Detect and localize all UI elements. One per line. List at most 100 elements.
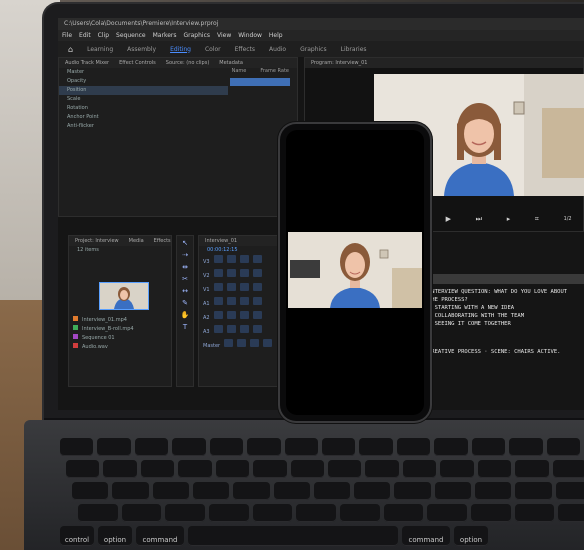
track-toggle[interactable] [237, 339, 247, 347]
key[interactable] [509, 438, 543, 456]
track-toggle[interactable] [226, 311, 236, 319]
workspace-tab-graphics[interactable]: Graphics [300, 46, 327, 53]
key[interactable]: command [402, 526, 450, 546]
key[interactable] [552, 460, 584, 478]
key[interactable] [396, 438, 431, 456]
track-toggle[interactable] [252, 269, 262, 277]
key[interactable] [394, 482, 431, 500]
panel-tab[interactable]: Metadata [219, 58, 243, 68]
timeline-tab[interactable]: Interview_01 [199, 236, 287, 246]
key[interactable] [440, 460, 474, 478]
track-toggle[interactable] [226, 283, 236, 291]
key[interactable] [140, 460, 175, 478]
track-toggle[interactable] [239, 297, 249, 305]
key[interactable] [558, 504, 584, 522]
key[interactable] [165, 504, 205, 522]
track-toggle[interactable] [239, 311, 249, 319]
program-tab[interactable]: Program: Interview_01 [305, 58, 583, 68]
track-toggle[interactable] [213, 269, 223, 277]
clip-item[interactable]: Audio.wav [71, 343, 169, 352]
ripple-edit-icon[interactable]: ⇹ [181, 263, 190, 272]
project-tab[interactable]: Project: Interview [75, 236, 119, 246]
panel-tab[interactable]: Effect Controls [119, 58, 156, 68]
menu-item-graphics[interactable]: Graphics [184, 30, 211, 41]
key[interactable]: control [60, 526, 94, 546]
key[interactable] [97, 438, 131, 456]
key[interactable] [253, 460, 287, 478]
key[interactable] [514, 504, 555, 522]
property-row[interactable]: Master [59, 68, 228, 77]
key[interactable] [515, 460, 549, 478]
menu-item-view[interactable]: View [217, 30, 231, 41]
key[interactable] [427, 504, 467, 522]
key[interactable] [284, 438, 318, 456]
key[interactable] [475, 482, 512, 500]
key[interactable] [209, 504, 249, 522]
key[interactable] [178, 460, 212, 478]
key[interactable] [354, 482, 391, 500]
key[interactable] [233, 482, 270, 500]
key[interactable] [434, 482, 472, 500]
track-toggle[interactable] [213, 325, 223, 333]
key[interactable]: option [98, 526, 132, 546]
property-row[interactable]: Rotation [59, 104, 228, 113]
camera-icon[interactable]: ⌗ [535, 215, 539, 224]
track-toggle[interactable] [252, 325, 262, 333]
key[interactable] [209, 438, 244, 456]
key[interactable] [402, 460, 437, 478]
selection-tool-icon[interactable]: ↖ [181, 239, 190, 248]
clip-item[interactable]: Sequence 01 [71, 334, 169, 343]
track-toggle[interactable] [263, 339, 273, 347]
track-toggle[interactable] [239, 269, 249, 277]
key[interactable] [121, 504, 162, 522]
track-toggle[interactable] [239, 255, 249, 263]
track-toggle[interactable] [213, 283, 223, 291]
property-row[interactable]: Anti-flicker [59, 122, 228, 131]
type-icon[interactable]: T [181, 323, 190, 332]
home-icon[interactable]: ⌂ [68, 45, 73, 54]
step-forward-icon[interactable]: ⏭ [476, 215, 482, 224]
key[interactable] [383, 504, 424, 522]
key[interactable] [103, 460, 137, 478]
key[interactable] [112, 482, 149, 500]
key[interactable] [60, 438, 94, 456]
workspace-tab-learning[interactable]: Learning [87, 46, 113, 53]
workspace-tab-assembly[interactable]: Assembly [127, 46, 156, 53]
workspace-tab-effects[interactable]: Effects [235, 46, 255, 53]
property-row[interactable]: Scale [59, 95, 228, 104]
track-toggle[interactable] [252, 255, 262, 263]
property-row[interactable]: Anchor Point [59, 113, 228, 122]
project-tab[interactable]: Media [129, 236, 144, 246]
panel-tab[interactable]: Source: (no clips) [166, 58, 209, 68]
track-toggle[interactable] [250, 339, 260, 347]
key[interactable] [313, 482, 351, 500]
key[interactable] [546, 438, 580, 456]
workspace-tab-libraries[interactable]: Libraries [341, 46, 367, 53]
track-toggle[interactable] [226, 255, 236, 263]
key[interactable] [215, 460, 250, 478]
panel-tab[interactable]: Audio Track Mixer [65, 58, 109, 68]
key[interactable] [328, 460, 362, 478]
menu-item-help[interactable]: Help [269, 30, 283, 41]
workspace-tab-audio[interactable]: Audio [269, 46, 286, 53]
key[interactable]: command [136, 526, 184, 546]
track-toggle[interactable] [239, 325, 249, 333]
project-tab[interactable]: Effects [154, 236, 171, 246]
track-toggle[interactable] [226, 297, 236, 305]
menu-item-markers[interactable]: Markers [153, 30, 177, 41]
key[interactable] [192, 482, 230, 500]
menu-item-edit[interactable]: Edit [79, 30, 91, 41]
pen-icon[interactable]: ✎ [181, 299, 190, 308]
key[interactable] [471, 438, 506, 456]
key[interactable] [359, 438, 393, 456]
track-toggle[interactable] [226, 269, 236, 277]
key[interactable] [188, 526, 398, 546]
track-toggle[interactable] [252, 297, 262, 305]
key[interactable] [340, 504, 380, 522]
key[interactable] [273, 482, 310, 500]
key[interactable] [66, 460, 100, 478]
clip-thumbnail[interactable] [99, 282, 149, 310]
workspace-tab-editing[interactable]: Editing [170, 46, 191, 53]
track-select-icon[interactable]: ⇢ [181, 251, 190, 260]
key[interactable] [434, 438, 468, 456]
